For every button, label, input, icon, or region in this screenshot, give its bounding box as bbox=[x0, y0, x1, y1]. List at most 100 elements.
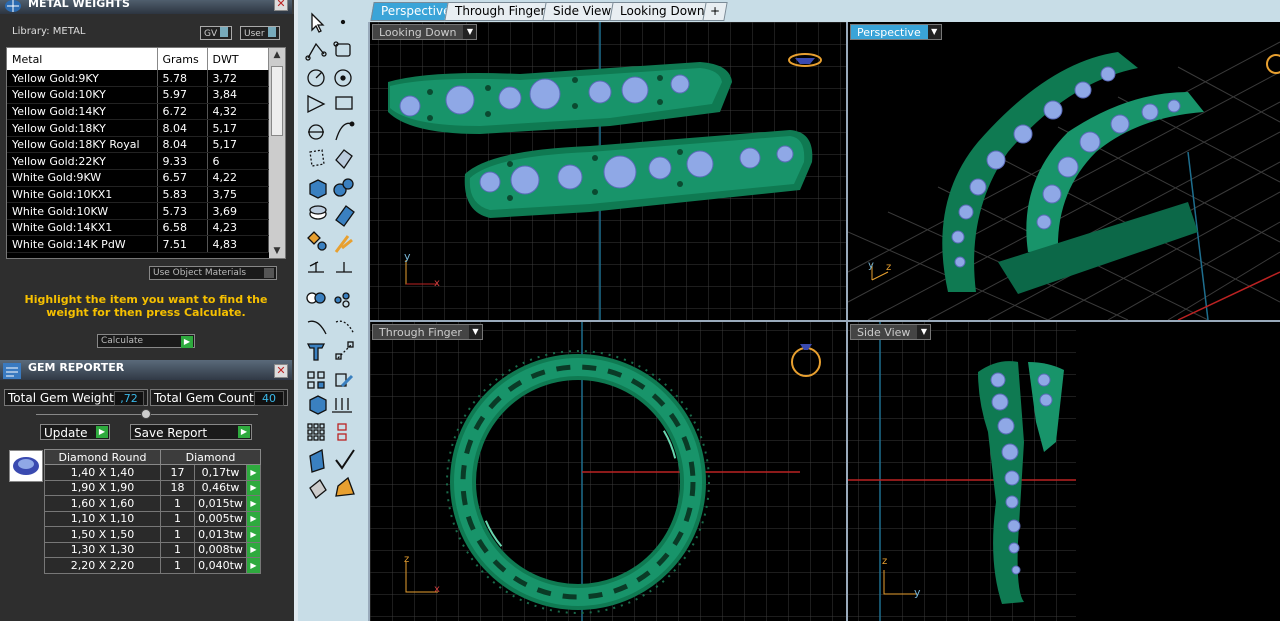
grams-cell: 6.72 bbox=[157, 103, 208, 121]
add-tab-button[interactable]: + bbox=[702, 2, 728, 21]
col-grams[interactable]: Grams bbox=[157, 48, 208, 70]
gem-weight-cell: 0,015tw bbox=[194, 495, 247, 512]
tool-icons bbox=[305, 12, 355, 499]
gv-label: GV bbox=[204, 29, 218, 39]
total-gem-weight-label: Total Gem Weight bbox=[8, 391, 114, 405]
axis-z-label: z bbox=[882, 556, 888, 567]
col-dwt[interactable]: DWT bbox=[207, 48, 269, 70]
viewport-through-finger-label[interactable]: Through Finger ▼ bbox=[372, 324, 483, 340]
table-row[interactable]: Yellow Gold:18KY Royal 8.04 5,17 bbox=[7, 136, 269, 154]
chevron-down-icon[interactable]: ▼ bbox=[468, 325, 482, 339]
table-row[interactable]: White Gold:10KW 5.73 3,69 bbox=[7, 202, 269, 220]
metal-name-cell: White Gold:9KW bbox=[7, 169, 158, 187]
table-row[interactable]: 1,10 X 1,10 1 0,005tw ▶ bbox=[44, 510, 261, 527]
table-row[interactable]: White Gold:9KW 6.57 4,22 bbox=[7, 169, 269, 187]
table-row[interactable]: White Gold:10KX1 5.83 3,75 bbox=[7, 186, 269, 204]
viewport-tabstrip: Perspective Through Finger Side View Loo… bbox=[368, 0, 1280, 22]
scroll-thumb[interactable] bbox=[271, 66, 283, 136]
col-metal[interactable]: Metal bbox=[7, 48, 158, 70]
table-row[interactable]: Yellow Gold:18KY 8.04 5,17 bbox=[7, 119, 269, 137]
viewport-looking-down-label[interactable]: Looking Down ▼ bbox=[372, 24, 478, 40]
total-gem-count-value: 40 bbox=[254, 391, 284, 406]
save-report-button[interactable]: Save Report ▶ bbox=[130, 424, 252, 440]
chevron-down-icon[interactable]: ▼ bbox=[463, 25, 477, 39]
grams-cell: 8.04 bbox=[157, 136, 208, 154]
play-icon: ▶ bbox=[181, 336, 193, 348]
gem-weight-cell: 0,008tw bbox=[194, 541, 247, 558]
metal-name-cell: Yellow Gold:18KY bbox=[7, 119, 158, 137]
gem-size-cell: 2,20 X 2,20 bbox=[44, 557, 161, 574]
select-gems-button[interactable]: ▶ bbox=[246, 510, 261, 527]
axis-z-label: z bbox=[404, 554, 410, 565]
total-gem-count-label: Total Gem Count bbox=[154, 391, 254, 405]
grid-side-view bbox=[848, 322, 1076, 621]
select-gems-button[interactable]: ▶ bbox=[246, 557, 261, 574]
user-toggle[interactable]: User bbox=[240, 26, 280, 40]
gem-reporter-close-button[interactable]: ✕ bbox=[274, 364, 288, 378]
table-row[interactable]: Yellow Gold:22KY 9.33 6 bbox=[7, 152, 269, 171]
dwt-cell: 4,22 bbox=[207, 169, 269, 187]
chevron-down-icon[interactable]: ▼ bbox=[917, 325, 931, 339]
viewport-perspective[interactable]: y z Perspective ▼ bbox=[848, 22, 1280, 320]
table-row[interactable]: Yellow Gold:10KY 5.97 3,84 bbox=[7, 86, 269, 104]
select-gems-button[interactable]: ▶ bbox=[246, 479, 261, 496]
grams-cell: 6.57 bbox=[157, 169, 208, 187]
scroll-down-icon[interactable]: ▼ bbox=[269, 244, 285, 258]
gem-count-cell: 1 bbox=[160, 510, 195, 527]
calculate-button[interactable]: Calculate ▶ bbox=[97, 334, 195, 348]
table-row[interactable]: 1,60 X 1,60 1 0,015tw ▶ bbox=[44, 495, 261, 512]
metal-weights-title: METAL WEIGHTS bbox=[28, 0, 130, 10]
viewport-side-view-label[interactable]: Side View ▼ bbox=[850, 324, 932, 340]
grams-cell: 6.58 bbox=[157, 219, 208, 237]
table-row[interactable]: White Gold:14KX1 6.58 4,23 bbox=[7, 219, 269, 237]
dwt-cell: 4,32 bbox=[207, 103, 269, 121]
dwt-cell: 4,83 bbox=[207, 235, 269, 254]
update-button[interactable]: Update ▶ bbox=[40, 424, 110, 440]
metal-name-cell: Yellow Gold:18KY Royal bbox=[7, 136, 158, 154]
gv-toggle[interactable]: GV bbox=[200, 26, 233, 40]
metal-name-cell: White Gold:14K PdW bbox=[7, 235, 158, 254]
table-row[interactable]: Yellow Gold:14KY 6.72 4,32 bbox=[7, 103, 269, 121]
axis-x-label: x bbox=[434, 584, 440, 595]
viewport-side-view[interactable]: z y Side View ▼ bbox=[848, 322, 1280, 621]
tool-palette bbox=[294, 0, 368, 621]
select-gems-button[interactable]: ▶ bbox=[246, 464, 261, 481]
update-label: Update bbox=[44, 426, 88, 440]
tab-side-view-label: Side View bbox=[553, 4, 612, 18]
viewport-through-finger[interactable]: z x Through Finger ▼ bbox=[370, 322, 846, 621]
table-row[interactable]: 2,20 X 2,20 1 0,040tw ▶ bbox=[44, 557, 261, 574]
tab-through-finger-label: Through Finger bbox=[455, 4, 546, 18]
table-row[interactable]: 1,50 X 1,50 1 0,013tw ▶ bbox=[44, 526, 261, 543]
metal-table-scrollbar[interactable]: ▲ ▼ bbox=[269, 48, 285, 258]
tab-through-finger[interactable]: Through Finger bbox=[444, 2, 557, 21]
gem-shape-header: Diamond Round bbox=[44, 449, 161, 465]
dwt-cell: 3,84 bbox=[207, 86, 269, 104]
viewport-perspective-label[interactable]: Perspective ▼ bbox=[850, 24, 942, 40]
table-row[interactable]: 1,90 X 1,90 18 0,46tw ▶ bbox=[44, 479, 261, 496]
tab-looking-down[interactable]: Looking Down bbox=[609, 2, 716, 21]
use-object-materials-toggle[interactable]: Use Object Materials bbox=[149, 266, 277, 280]
select-gems-button[interactable]: ▶ bbox=[246, 541, 261, 558]
table-row[interactable]: 1,30 X 1,30 1 0,008tw ▶ bbox=[44, 541, 261, 558]
play-icon: ▶ bbox=[238, 426, 250, 438]
grams-cell: 9.33 bbox=[157, 152, 208, 171]
metal-name-cell: White Gold:10KX1 bbox=[7, 186, 158, 204]
viewport-through-finger-title: Through Finger bbox=[379, 326, 462, 339]
table-row[interactable]: 1,40 X 1,40 17 0,17tw ▶ bbox=[44, 464, 261, 481]
divider-handle[interactable] bbox=[141, 409, 151, 419]
select-gems-button[interactable]: ▶ bbox=[246, 495, 261, 512]
axis-y-label: y bbox=[868, 260, 874, 271]
dwt-cell: 5,17 bbox=[207, 119, 269, 137]
table-row[interactable]: Yellow Gold:9KY 5.78 3,72 bbox=[7, 70, 269, 88]
metal-name-cell: White Gold:10KW bbox=[7, 202, 158, 220]
viewport-looking-down[interactable]: y x Looking Down ▼ bbox=[370, 22, 846, 320]
metal-weights-close-button[interactable]: ✕ bbox=[274, 0, 288, 11]
axis-x-label: x bbox=[434, 278, 440, 289]
viewport-looking-down-title: Looking Down bbox=[379, 26, 457, 39]
select-gems-button[interactable]: ▶ bbox=[246, 526, 261, 543]
table-row[interactable]: White Gold:14K PdW 7.51 4,83 bbox=[7, 235, 269, 254]
chevron-down-icon[interactable]: ▼ bbox=[927, 25, 941, 39]
dwt-cell: 4,23 bbox=[207, 219, 269, 237]
gem-weight-cell: 0,013tw bbox=[194, 526, 247, 543]
scroll-up-icon[interactable]: ▲ bbox=[269, 48, 285, 62]
